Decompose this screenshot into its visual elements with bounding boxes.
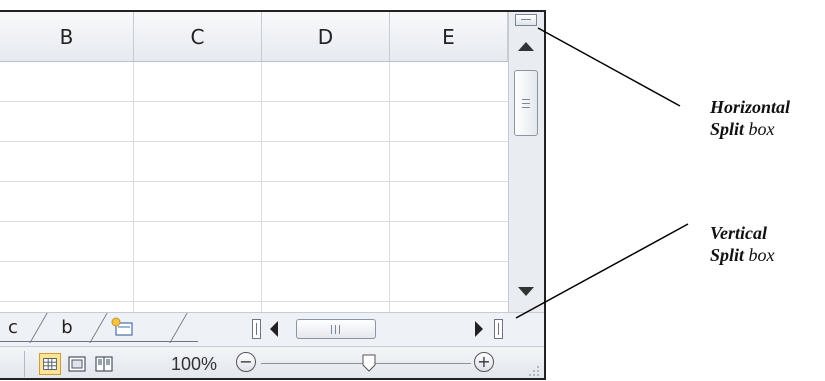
column-gridline <box>261 62 262 312</box>
vertical-split-box-icon[interactable] <box>494 319 503 339</box>
column-header-c[interactable]: C <box>134 12 262 61</box>
cell-grid[interactable] <box>0 62 508 312</box>
status-divider <box>24 351 25 377</box>
tab-baseline <box>0 341 198 342</box>
sheet-tab-row: c b <box>0 312 544 346</box>
callout-title: Split <box>710 245 745 265</box>
row-gridline <box>0 301 508 302</box>
new-sheet-icon[interactable] <box>110 317 136 337</box>
resize-grip-icon[interactable] <box>526 363 540 377</box>
sheet-tab-b[interactable]: b <box>58 315 76 339</box>
column-header-row: B C D E <box>0 12 508 62</box>
sheet-tab-c[interactable]: c <box>4 315 22 339</box>
callout-title: Vertical <box>710 223 767 243</box>
scroll-left-icon[interactable] <box>270 321 278 337</box>
grip-line <box>522 107 530 108</box>
row-gridline <box>0 101 508 102</box>
zoom-out-icon[interactable]: − <box>236 352 256 372</box>
vertical-scrollbar[interactable] <box>508 12 544 312</box>
column-header-b[interactable]: B <box>0 12 134 61</box>
column-gridline <box>389 62 390 312</box>
vertical-split-callout: Vertical Split box <box>710 222 775 266</box>
page-break-preview-icon[interactable] <box>93 353 115 375</box>
row-gridline <box>0 181 508 182</box>
horizontal-split-box-icon[interactable] <box>515 14 537 26</box>
zoom-level[interactable]: 100% <box>171 354 217 375</box>
vertical-scroll-thumb[interactable] <box>514 70 538 136</box>
scroll-right-icon[interactable] <box>475 321 483 337</box>
tab-split-box-icon[interactable] <box>252 319 261 339</box>
callout-title: Horizontal <box>710 97 791 117</box>
column-header-e[interactable]: E <box>390 12 508 61</box>
row-gridline <box>0 221 508 222</box>
tab-divider <box>169 313 188 343</box>
callout-title: Split <box>710 119 745 139</box>
column-header-d[interactable]: D <box>262 12 390 61</box>
tab-divider <box>29 313 48 343</box>
grip-line <box>335 325 336 334</box>
status-bar: 100% − + <box>0 346 544 378</box>
row-gridline <box>0 261 508 262</box>
grip-line <box>339 325 340 334</box>
grip-line <box>522 103 530 104</box>
scroll-up-icon[interactable] <box>518 42 534 51</box>
grip-line <box>522 99 530 100</box>
normal-view-icon[interactable] <box>39 353 61 375</box>
column-gridline <box>133 62 134 312</box>
spreadsheet-window: B C D E c b 100% − + <box>0 10 546 380</box>
horizontal-split-callout: Horizontal Split box <box>710 96 790 140</box>
horizontal-split-leader <box>537 27 681 107</box>
zoom-in-icon[interactable]: + <box>474 352 494 372</box>
callout-text: box <box>748 119 775 139</box>
scroll-down-icon[interactable] <box>518 287 534 296</box>
row-gridline <box>0 141 508 142</box>
horizontal-scroll-thumb[interactable] <box>296 319 376 339</box>
tab-divider <box>89 313 108 343</box>
page-layout-view-icon[interactable] <box>66 353 88 375</box>
callout-text: box <box>748 245 775 265</box>
grip-line <box>331 325 332 334</box>
zoom-slider-thumb[interactable] <box>362 354 376 372</box>
